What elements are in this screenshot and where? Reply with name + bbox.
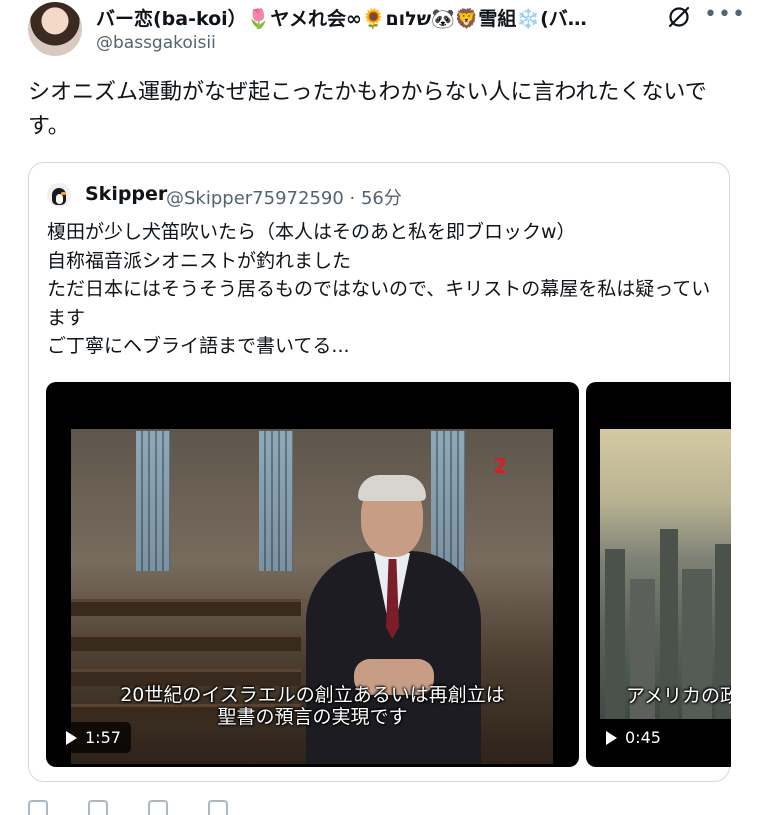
video-subtitle: アメリカの政 xyxy=(626,685,731,707)
video-duration: 0:45 xyxy=(625,728,661,747)
more-icon[interactable]: ••• xyxy=(704,2,746,27)
reply-icon[interactable] xyxy=(28,800,48,815)
quote-text-line: 榎田が少し犬笛吹いたら（本人はそのあと私を即ブロックw） xyxy=(47,221,576,243)
views-icon[interactable] xyxy=(208,800,228,815)
video-thumbnail-1[interactable]: 2 20世紀のイスラエルの創立あるいは再創立は 聖書の預言の実現です 1:57 xyxy=(46,382,579,767)
play-icon xyxy=(606,731,617,745)
video-thumbnail-2[interactable]: アメリカの政 0:45 xyxy=(586,382,731,767)
author-display-name[interactable]: バー恋(ba-koi）🌷ヤメれ会∞🌻שלום🐼🦁雪組❄️(バ… xyxy=(96,4,636,31)
quote-author-name: Skipper xyxy=(85,183,168,205)
quote-text: 榎田が少し犬笛吹いたら（本人はそのあと私を即ブロックw） 自称福音派シオニストが… xyxy=(47,218,717,361)
channel-logo: 2 xyxy=(493,454,507,478)
quote-author-avatar xyxy=(47,183,71,207)
author-handle[interactable]: @bassgakoisii xyxy=(96,33,216,53)
video-subtitle: 20世紀のイスラエルの創立あるいは再創立は xyxy=(120,684,505,706)
repost-icon[interactable] xyxy=(88,800,108,815)
play-duration-badge[interactable]: 1:57 xyxy=(58,722,131,753)
quote-author-meta: @Skipper75972590 · 56分 xyxy=(166,188,402,209)
video-duration: 1:57 xyxy=(85,728,121,747)
play-duration-badge[interactable]: 0:45 xyxy=(598,722,671,753)
author-avatar[interactable] xyxy=(28,2,82,56)
quote-text-line: ご丁寧にヘブライ語まで書いてる... xyxy=(47,335,350,357)
like-icon[interactable] xyxy=(148,800,168,815)
play-icon xyxy=(66,731,77,745)
tweet-text: シオニズム運動がなぜ起こったかもわからない人に言われたくないです。 xyxy=(28,80,707,139)
quote-text-line: ただ日本にはそうそう居るものではないので、キリストの幕屋を私は疑っています xyxy=(47,278,711,329)
grok-icon[interactable] xyxy=(666,4,692,30)
tweet-action-bar xyxy=(28,800,728,815)
quote-text-line: 自称福音派シオニストが釣れました xyxy=(47,249,352,272)
video-frame xyxy=(600,429,731,719)
quote-tweet-card[interactable]: Skipper @Skipper75972590 · 56分 榎田が少し犬笛吹い… xyxy=(28,162,731,782)
